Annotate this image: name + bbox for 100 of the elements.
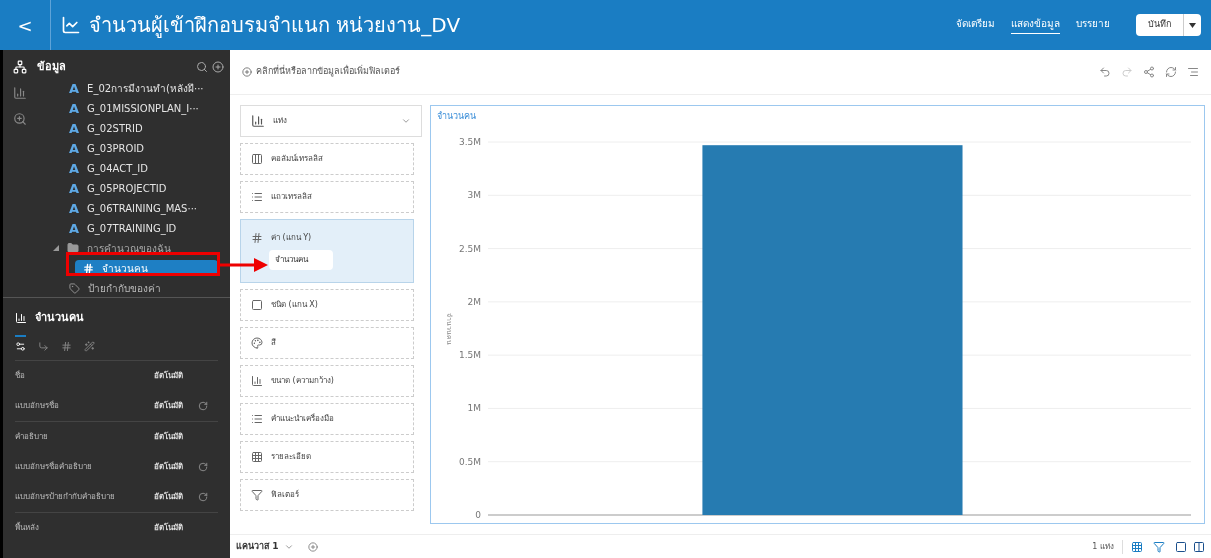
attribute-icon: A	[69, 141, 80, 155]
zone-icon	[251, 232, 263, 244]
attribute-icon: A	[69, 121, 80, 135]
folder-item[interactable]: การคำนวณของฉัน	[87, 240, 171, 256]
attribute-icon: A	[69, 201, 80, 215]
data-item[interactable]: G_03PROID	[87, 140, 145, 156]
property-value[interactable]: อัตโนมัติ	[154, 521, 210, 534]
filter-prompt[interactable]: คลิกที่นี่หรือลากข้อมูลเพื่อเพิ่มฟิลเตอร์	[256, 65, 400, 79]
data-item[interactable]: E_02การมีงานทำ(หลังฝึ···	[87, 80, 204, 96]
add-icon[interactable]	[212, 61, 224, 73]
zone-icon	[251, 451, 263, 463]
data-item[interactable]: ป้ายกำกับของค่า	[88, 280, 161, 296]
drop-zone[interactable]: แถวเทรลลิส	[240, 181, 414, 213]
zone-label: แถวเทรลลิส	[271, 191, 312, 203]
status-text: 1 แท่ง	[1092, 540, 1114, 553]
pointer-arrow	[220, 257, 268, 273]
undo-icon[interactable]	[1099, 66, 1111, 78]
zone-icon	[251, 375, 263, 387]
zone-label: คำแนะนำเครื่องมือ	[271, 413, 334, 425]
data-item[interactable]: G_05PROJECTID	[87, 180, 167, 196]
chevron-down-icon	[401, 116, 411, 126]
properties-tab[interactable]	[15, 334, 26, 352]
drop-zone[interactable]: ขนาด (ความกว้าง)	[240, 365, 414, 397]
add-canvas-icon[interactable]	[308, 541, 319, 552]
chart-type-select[interactable]: แท่ง	[240, 105, 422, 137]
folder-icon	[67, 242, 79, 254]
y-axis-tick-label: 1M	[467, 403, 481, 414]
measure-pill[interactable]: จำนวนคน	[269, 250, 333, 270]
data-icon[interactable]	[12, 60, 27, 74]
drop-zone[interactable]: ฟิลเตอร์	[240, 479, 414, 511]
zone-icon	[251, 299, 263, 311]
add-filter-icon[interactable]	[242, 67, 252, 77]
y-axis-tick-label: 3.5M	[458, 137, 481, 147]
refresh-icon[interactable]	[1165, 66, 1177, 78]
property-label: พื้นหลัง	[15, 521, 39, 534]
reset-icon[interactable]	[198, 491, 208, 502]
panel-title: ข้อมูล	[37, 58, 66, 76]
panel-icon[interactable]	[1175, 540, 1187, 553]
split-view-icon[interactable]	[1193, 540, 1205, 553]
filter-icon[interactable]	[1153, 540, 1165, 553]
y-axis-tick-label: 1.5M	[458, 350, 481, 361]
zone-label: ค่า (แกน Y)	[271, 232, 312, 244]
property-label: ชื่อ	[15, 369, 25, 382]
y-axis-tick-label: 0.5M	[458, 456, 481, 467]
property-label: แบบอักษรชื่อ	[15, 399, 59, 412]
mode-tab[interactable]: บรรยาย	[1076, 16, 1110, 34]
zone-label: สี	[271, 337, 276, 349]
drop-zone[interactable]: คำแนะนำเครื่องมือ	[240, 403, 414, 435]
visualizations-icon[interactable]	[12, 86, 27, 100]
back-button[interactable]: <	[10, 11, 40, 39]
window-title: จำนวนผู้เข้าฝึกอบรมจำแนก หน่วยงาน_DV	[89, 12, 461, 40]
y-axis-tick-label: 2.5M	[458, 243, 481, 254]
zone-icon	[251, 191, 263, 203]
property-value[interactable]: อัตโนมัติ	[154, 399, 210, 412]
chart-title: จำนวนคน	[436, 110, 477, 123]
attribute-icon: A	[69, 81, 80, 95]
menu-icon[interactable]	[1187, 66, 1199, 78]
mode-tab[interactable]: แสดงข้อมูล	[1011, 16, 1060, 34]
caret-icon	[1189, 22, 1196, 28]
y-axis-tick-label: 2M	[467, 296, 481, 307]
mode-tab[interactable]: จัดเตรียม	[956, 16, 995, 34]
drop-zone[interactable]: คอลัมน์เทรลลิส	[240, 143, 414, 175]
property-value[interactable]: อัตโนมัติ	[154, 430, 210, 443]
properties-title: จำนวนคน	[35, 310, 84, 326]
zone-label: รายละเอียด	[271, 451, 311, 463]
reset-icon[interactable]	[198, 400, 208, 411]
reset-icon[interactable]	[198, 461, 208, 472]
zone-label: คอลัมน์เทรลลิส	[271, 153, 323, 165]
y-axis-tick-label: 3M	[467, 190, 481, 201]
expand-arrow-icon[interactable]	[53, 245, 59, 251]
drop-zone[interactable]: ชนิด (แกน X)	[240, 289, 414, 321]
y-axis-tick-label: 0	[475, 510, 481, 520]
data-item[interactable]: G_01MISSIONPLAN_I···	[87, 100, 199, 116]
drop-zone[interactable]: สี	[240, 327, 414, 359]
search-icon[interactable]	[196, 61, 208, 73]
canvas-tab[interactable]: แคนวาส 1	[236, 539, 279, 554]
attribute-icon: A	[69, 101, 80, 115]
property-label: แบบอักษรชื่อคำอธิบาย	[15, 460, 92, 473]
hash-icon	[83, 262, 94, 274]
drop-zone[interactable]: รายละเอียด	[240, 441, 414, 473]
zone-label: ฟิลเตอร์	[271, 489, 299, 501]
bar-chart-icon	[251, 114, 265, 128]
data-item[interactable]: G_04ACT_ID	[87, 160, 148, 176]
chart-icon	[61, 15, 81, 35]
zone-icon	[251, 413, 263, 425]
data-item[interactable]: G_06TRAINING_MAS···	[87, 200, 197, 216]
grid-icon[interactable]	[1131, 540, 1143, 553]
property-value[interactable]: อัตโนมัติ	[154, 369, 210, 382]
attribute-icon: A	[69, 221, 80, 235]
property-value[interactable]: อัตโนมัติ	[154, 490, 210, 503]
property-label: แบบอักษรป้ายกำกับคำอธิบาย	[15, 490, 115, 503]
zone-icon	[251, 337, 263, 349]
property-value[interactable]: อัตโนมัติ	[154, 460, 210, 473]
share-icon[interactable]	[1143, 66, 1155, 78]
data-item[interactable]: G_02STRID	[87, 120, 143, 136]
analytics-icon[interactable]	[12, 112, 27, 126]
drop-zone[interactable]: ค่า (แกน Y) จำนวนคน	[240, 219, 414, 283]
data-item[interactable]: G_07TRAINING_ID	[87, 220, 177, 236]
tag-icon	[69, 282, 80, 294]
bar-chart-icon	[15, 312, 27, 325]
